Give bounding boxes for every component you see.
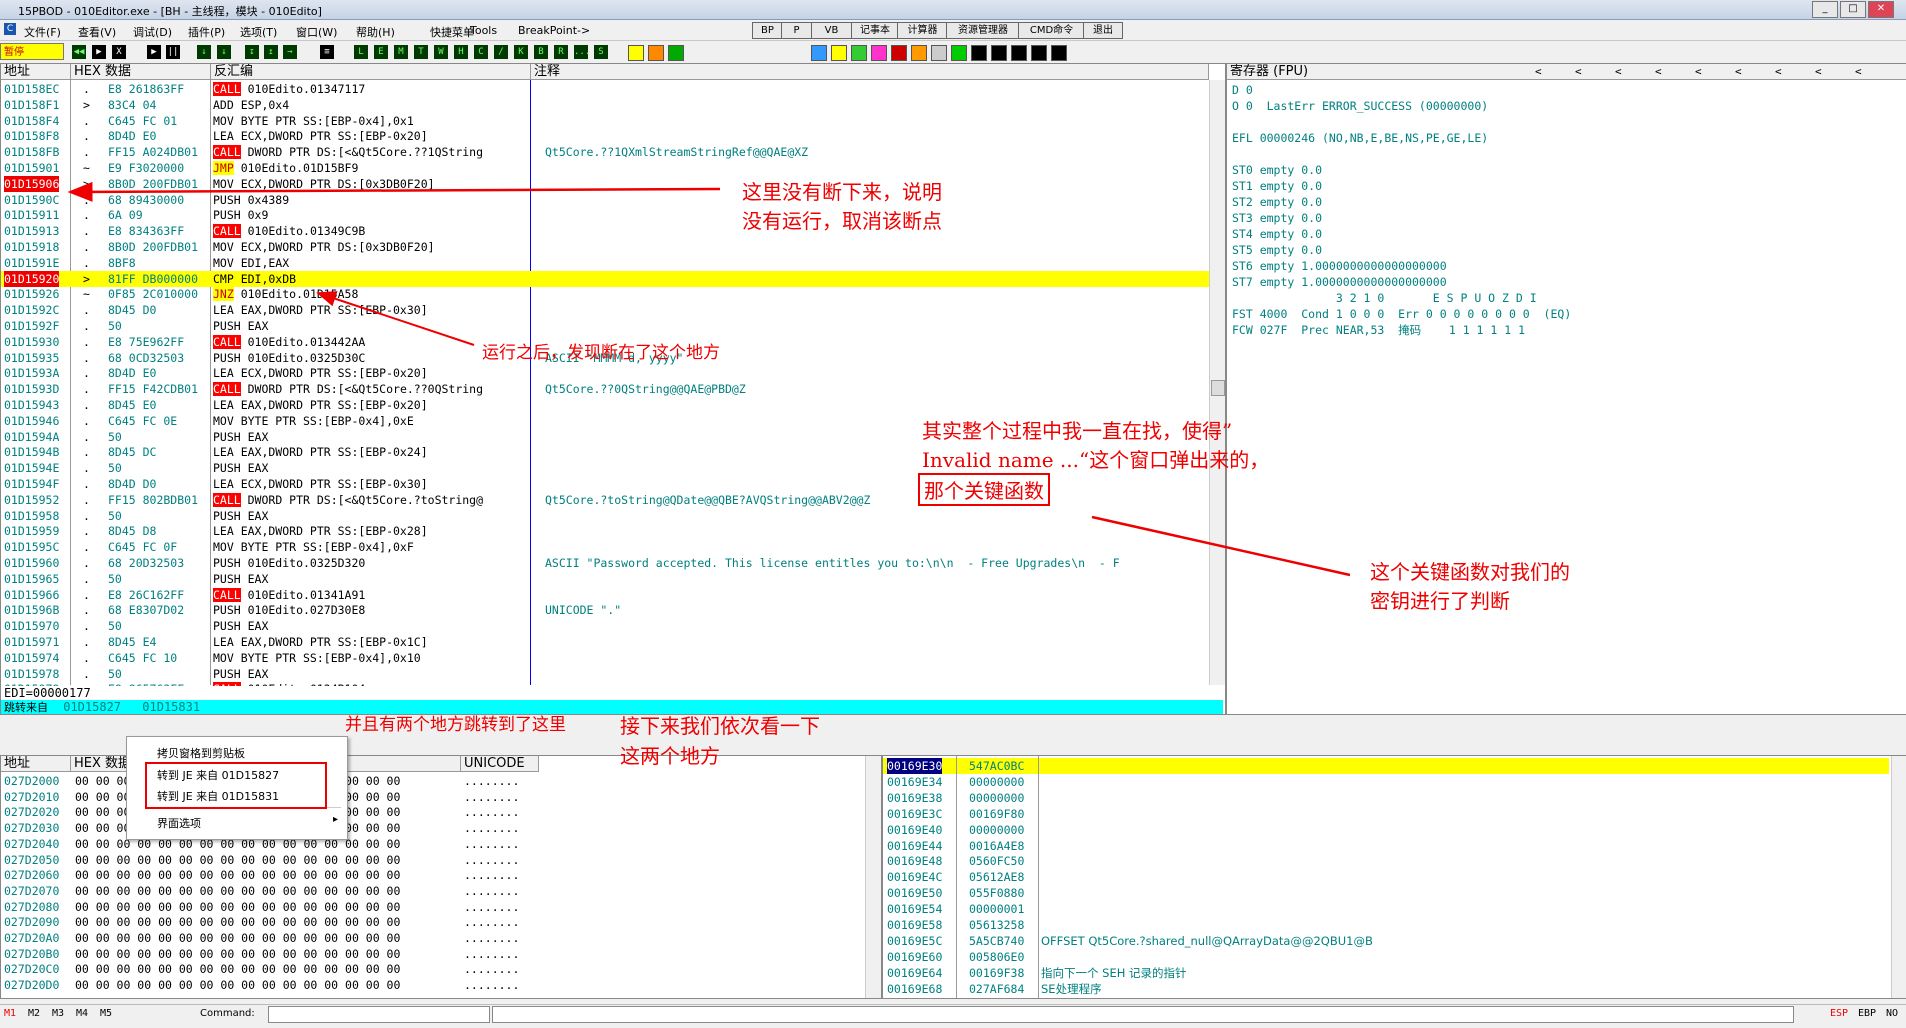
annotation-stopped-here: 运行之后，发现断在了这个地方	[482, 343, 720, 363]
toolbar-tool-icon-2[interactable]	[668, 45, 684, 61]
menu-7[interactable]: 快捷菜单	[430, 24, 474, 40]
toolbar-8-icon[interactable]: K	[514, 45, 528, 59]
annotation-arrows	[67, 181, 1351, 577]
menu-5[interactable]: 窗口(W)	[296, 24, 337, 40]
toolbar-12-icon[interactable]: S	[594, 45, 608, 59]
top-button-7[interactable]: 退出	[1083, 22, 1123, 39]
menu-3[interactable]: 插件(P)	[188, 24, 225, 40]
top-button-1[interactable]: P	[781, 22, 812, 39]
toolbar-0-icon[interactable]: L	[354, 45, 368, 59]
menu-8[interactable]: Tools	[470, 24, 497, 37]
toolbar-tool-icon-0[interactable]	[628, 45, 644, 61]
toolbar-icon-1[interactable]: ▶	[92, 45, 106, 59]
bottom-reg-0[interactable]: ESP	[1830, 1008, 1848, 1019]
toolbar-plugin-icon-9[interactable]	[991, 45, 1007, 61]
toolbar-tool-icon-1[interactable]	[648, 45, 664, 61]
arrow-to-breakpoint	[67, 181, 721, 202]
top-button-4[interactable]: 计算器	[897, 22, 948, 39]
top-button-0[interactable]: BP	[752, 22, 783, 39]
menu-1[interactable]: 查看(V)	[78, 24, 116, 40]
toolbar-5-icon[interactable]: H	[454, 45, 468, 59]
memory-tab-2[interactable]: M3	[52, 1008, 64, 1019]
top-button-2[interactable]: VB	[811, 22, 852, 39]
toolbar-plugin-icon-12[interactable]	[1051, 45, 1067, 61]
toolbar-4-icon[interactable]: W	[434, 45, 448, 59]
top-button-5[interactable]: 资源管理器	[946, 22, 1020, 39]
toolbar-plugin-icon-8[interactable]	[971, 45, 987, 61]
memory-tab-4[interactable]: M5	[100, 1008, 112, 1019]
toolbar-icon-6[interactable]: ↓	[217, 45, 231, 59]
annotation-key-function: 那个关键函数	[918, 473, 1050, 506]
toolbar-plugin-icon-5[interactable]	[911, 45, 927, 61]
annotation-no-break: 这里没有断下来，说明 没有运行，取消该断点	[742, 180, 942, 233]
toolbar-icon-8[interactable]: ↥	[264, 45, 278, 59]
toolbar-11-icon[interactable]: ...	[574, 45, 590, 59]
menu-0[interactable]: 文件(F)	[24, 24, 61, 40]
top-button-3[interactable]: 记事本	[851, 22, 899, 39]
toolbar-icon-7[interactable]: ↧	[245, 45, 259, 59]
annotation-judge-key: 这个关键函数对我们的 密钥进行了判断	[1370, 560, 1570, 613]
bottom-reg-2[interactable]: NO	[1886, 1008, 1898, 1019]
menu-2[interactable]: 调试(D)	[133, 24, 172, 40]
arrow-key-function	[1091, 515, 1351, 577]
memory-tab-0[interactable]: M1	[4, 1008, 16, 1019]
bottom-reg-1[interactable]: EBP	[1858, 1008, 1876, 1019]
toolbar-1-icon[interactable]: E	[374, 45, 388, 59]
top-button-6[interactable]: CMD命令	[1018, 22, 1085, 39]
toolbar-plugin-icon-11[interactable]	[1031, 45, 1047, 61]
arrow-to-cmp	[316, 291, 475, 346]
memory-tab-1[interactable]: M2	[28, 1008, 40, 1019]
menu-9[interactable]: BreakPoint->	[518, 24, 590, 37]
toolbar-icon-10[interactable]: ≡	[320, 45, 334, 59]
toolbar-icon-0[interactable]: ◀◀	[72, 45, 86, 59]
toolbar-plugin-icon-4[interactable]	[891, 45, 907, 61]
toolbar-icon-4[interactable]: ||	[166, 45, 180, 59]
toolbar-10-icon[interactable]: R	[554, 45, 568, 59]
toolbar-7-icon[interactable]: /	[494, 45, 508, 59]
toolbar-plugin-icon-10[interactable]	[1011, 45, 1027, 61]
toolbar-plugin-icon-7[interactable]	[951, 45, 967, 61]
memory-tab-3[interactable]: M4	[76, 1008, 88, 1019]
toolbar-icon-5[interactable]: ↓	[197, 45, 211, 59]
toolbar-plugin-icon-1[interactable]	[831, 45, 847, 61]
annotation-look-next: 接下来我们依次看一下 这两个地方	[620, 714, 820, 768]
toolbar-icon-3[interactable]: ▶	[147, 45, 161, 59]
toolbar-3-icon[interactable]: T	[414, 45, 428, 59]
toolbar-plugin-icon-6[interactable]	[931, 45, 947, 61]
menu-4[interactable]: 选项(T)	[240, 24, 277, 40]
toolbar-icon-9[interactable]: →	[283, 45, 297, 59]
toolbar-6-icon[interactable]: C	[474, 45, 488, 59]
toolbar-2-icon[interactable]: M	[394, 45, 408, 59]
annotation-two-jumps: 并且有两个地方跳转到了这里	[345, 715, 566, 735]
toolbar-icon-2[interactable]: X	[112, 45, 126, 59]
toolbar-plugin-icon-2[interactable]	[851, 45, 867, 61]
toolbar-9-icon[interactable]: B	[534, 45, 548, 59]
toolbar-plugin-icon-0[interactable]	[811, 45, 827, 61]
annotation-searching: 其实整个过程中我一直在找，使得” Invalid name ...“这个窗口弹出…	[922, 419, 1270, 472]
toolbar-plugin-icon-3[interactable]	[871, 45, 887, 61]
menu-6[interactable]: 帮助(H)	[356, 24, 395, 40]
